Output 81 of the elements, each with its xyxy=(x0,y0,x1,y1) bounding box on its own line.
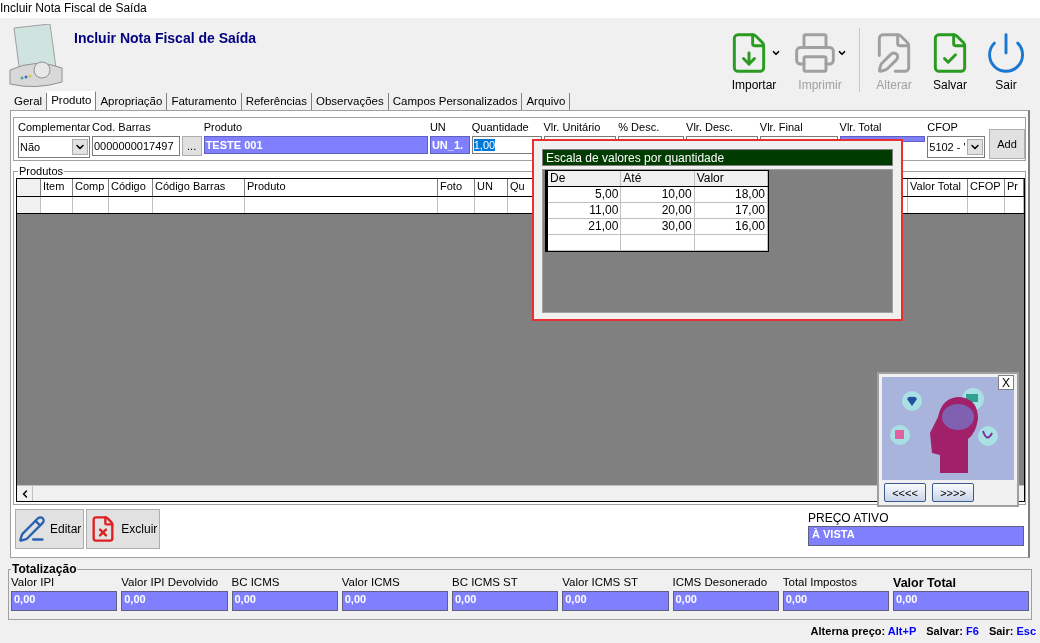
column-header: De xyxy=(548,171,622,186)
column-header[interactable]: UN xyxy=(475,179,508,196)
total-value: 0,00 xyxy=(672,591,779,611)
toolbar-button[interactable]: Importar xyxy=(723,28,785,92)
total-label: Valor ICMS ST xyxy=(562,576,640,590)
total-value: 0,00 xyxy=(341,591,448,611)
shortcut-hint: Alterna preço: Alt+P xyxy=(810,625,917,637)
total-value: 0,00 xyxy=(452,591,559,611)
field-label: Quantidade xyxy=(471,121,530,135)
popup-title: Escala de valores por quantidade xyxy=(542,149,893,166)
input-field[interactable]: 0000000017497 xyxy=(92,136,180,156)
window-title: Incluir Nota Fiscal de Saída xyxy=(0,0,1040,18)
field-label: Vlr. Final xyxy=(759,121,804,135)
total-label: BC ICMS ST xyxy=(452,576,519,590)
shortcut-hint: Sair: Esc xyxy=(988,625,1036,637)
field-label: Vlr. Unitário xyxy=(543,121,602,135)
toolbar-button[interactable]: Salvar xyxy=(924,28,976,92)
column-header[interactable]: Item xyxy=(41,179,73,196)
total-value: 0,00 xyxy=(121,591,228,611)
table-cell: 10,00 xyxy=(621,187,695,202)
add-button[interactable]: Add xyxy=(989,129,1025,159)
total-value: 0,00 xyxy=(231,591,338,611)
field-label: UN xyxy=(429,121,447,135)
next-button[interactable]: >>>> xyxy=(932,483,974,502)
field-label: Produto xyxy=(203,121,244,135)
toolbar-button[interactable]: Sair xyxy=(980,28,1032,92)
total-label: Valor Total xyxy=(893,576,957,591)
total-label: Valor IPI Devolvido xyxy=(121,576,220,590)
column-header[interactable]: Código xyxy=(109,179,153,196)
printer-icon xyxy=(793,31,837,75)
table-cell: 16,00 xyxy=(694,219,768,234)
total-label: Valor ICMS xyxy=(341,576,401,590)
table-cell: 11,00 xyxy=(548,203,622,218)
price-label: PREÇO ATIVO xyxy=(808,511,890,526)
table-cell: 5,00 xyxy=(548,187,622,202)
browse-button[interactable]: ... xyxy=(181,136,202,156)
column-header[interactable]: CFOP xyxy=(968,179,1005,196)
field-label: Vlr. Total xyxy=(839,121,883,135)
previous-button[interactable]: <<<< xyxy=(884,483,926,502)
page-heading: Incluir Nota Fiscal de Saída xyxy=(74,30,258,46)
close-button[interactable]: X xyxy=(998,375,1014,390)
price-value: À VISTA xyxy=(808,526,1024,546)
total-label: ICMS Desonerado xyxy=(672,576,769,590)
field-label: Vlr. Desc. xyxy=(686,121,735,135)
action-button[interactable]: Editar xyxy=(15,509,85,549)
column-header[interactable]: Código Barras xyxy=(153,179,245,196)
table-cell: 20,00 xyxy=(621,203,695,218)
total-value: 0,00 xyxy=(782,591,889,611)
table-cell: 18,00 xyxy=(694,187,768,202)
column-header[interactable]: Produto xyxy=(245,179,438,196)
input-field[interactable]: 1,00 xyxy=(471,136,542,154)
table-cell: 30,00 xyxy=(621,219,695,234)
pencil-icon xyxy=(18,515,46,543)
group-title: Produtos xyxy=(18,165,65,178)
dropdown-field[interactable]: 5102 - ' xyxy=(927,136,986,158)
total-label: BC ICMS xyxy=(231,576,281,590)
shortcut-hint: Salvar: F6 xyxy=(926,625,979,637)
total-label: Valor IPI xyxy=(11,576,56,590)
total-value: 0,00 xyxy=(893,591,1029,611)
column-header[interactable]: Valor Total xyxy=(908,179,968,196)
total-label: Total Impostos xyxy=(782,576,858,590)
column-header: Até xyxy=(621,171,695,186)
column-header: Valor xyxy=(694,171,768,186)
column-header[interactable]: Foto xyxy=(438,179,475,196)
field-label: CFOP xyxy=(927,121,959,135)
column-header[interactable] xyxy=(17,179,41,196)
caret-icon xyxy=(967,139,984,155)
field-label: % Desc. xyxy=(618,121,661,135)
table-cell: 17,00 xyxy=(694,203,768,218)
tab[interactable]: Produto xyxy=(47,91,97,110)
table-cell: 21,00 xyxy=(548,219,622,234)
column-header[interactable]: Comp xyxy=(73,179,109,196)
field-label: Complementar xyxy=(18,121,90,135)
column-header[interactable]: Pr xyxy=(1005,179,1024,196)
group-title: Totalização xyxy=(11,562,78,576)
field-label: Cod. Barras xyxy=(92,121,152,135)
dropdown-field[interactable]: Não xyxy=(18,136,90,158)
caret-icon xyxy=(72,139,88,155)
action-button[interactable]: Excluir xyxy=(86,509,161,549)
total-value: 0,00 xyxy=(562,591,669,611)
total-value: 0,00 xyxy=(11,591,118,611)
